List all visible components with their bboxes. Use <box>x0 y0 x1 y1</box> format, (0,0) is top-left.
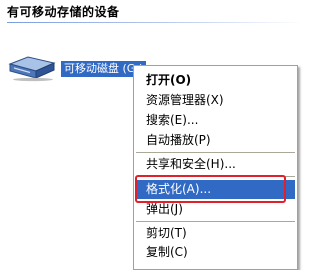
menu-item-eject[interactable]: 弹出(J) <box>136 200 295 219</box>
menu-separator <box>136 221 295 222</box>
menu-separator <box>136 152 295 153</box>
menu-separator <box>136 176 295 177</box>
menu-item-cut[interactable]: 剪切(T) <box>136 224 295 243</box>
removable-disk-icon[interactable] <box>6 52 56 82</box>
context-menu: 打开(O) 资源管理器(X) 搜索(E)... 自动播放(P) 共享和安全(H)… <box>133 65 298 270</box>
menu-item-open[interactable]: 打开(O) <box>136 71 295 90</box>
menu-item-autoplay[interactable]: 自动播放(P) <box>136 131 295 150</box>
section-title: 有可移动存储的设备 <box>7 5 120 19</box>
menu-item-explorer[interactable]: 资源管理器(X) <box>136 91 295 110</box>
section-divider <box>7 22 303 23</box>
menu-item-search[interactable]: 搜索(E)... <box>136 111 295 130</box>
menu-item-sharing-security[interactable]: 共享和安全(H)... <box>136 155 295 174</box>
menu-item-format[interactable]: 格式化(A)... <box>136 180 295 199</box>
menu-item-copy[interactable]: 复制(C) <box>136 243 295 262</box>
